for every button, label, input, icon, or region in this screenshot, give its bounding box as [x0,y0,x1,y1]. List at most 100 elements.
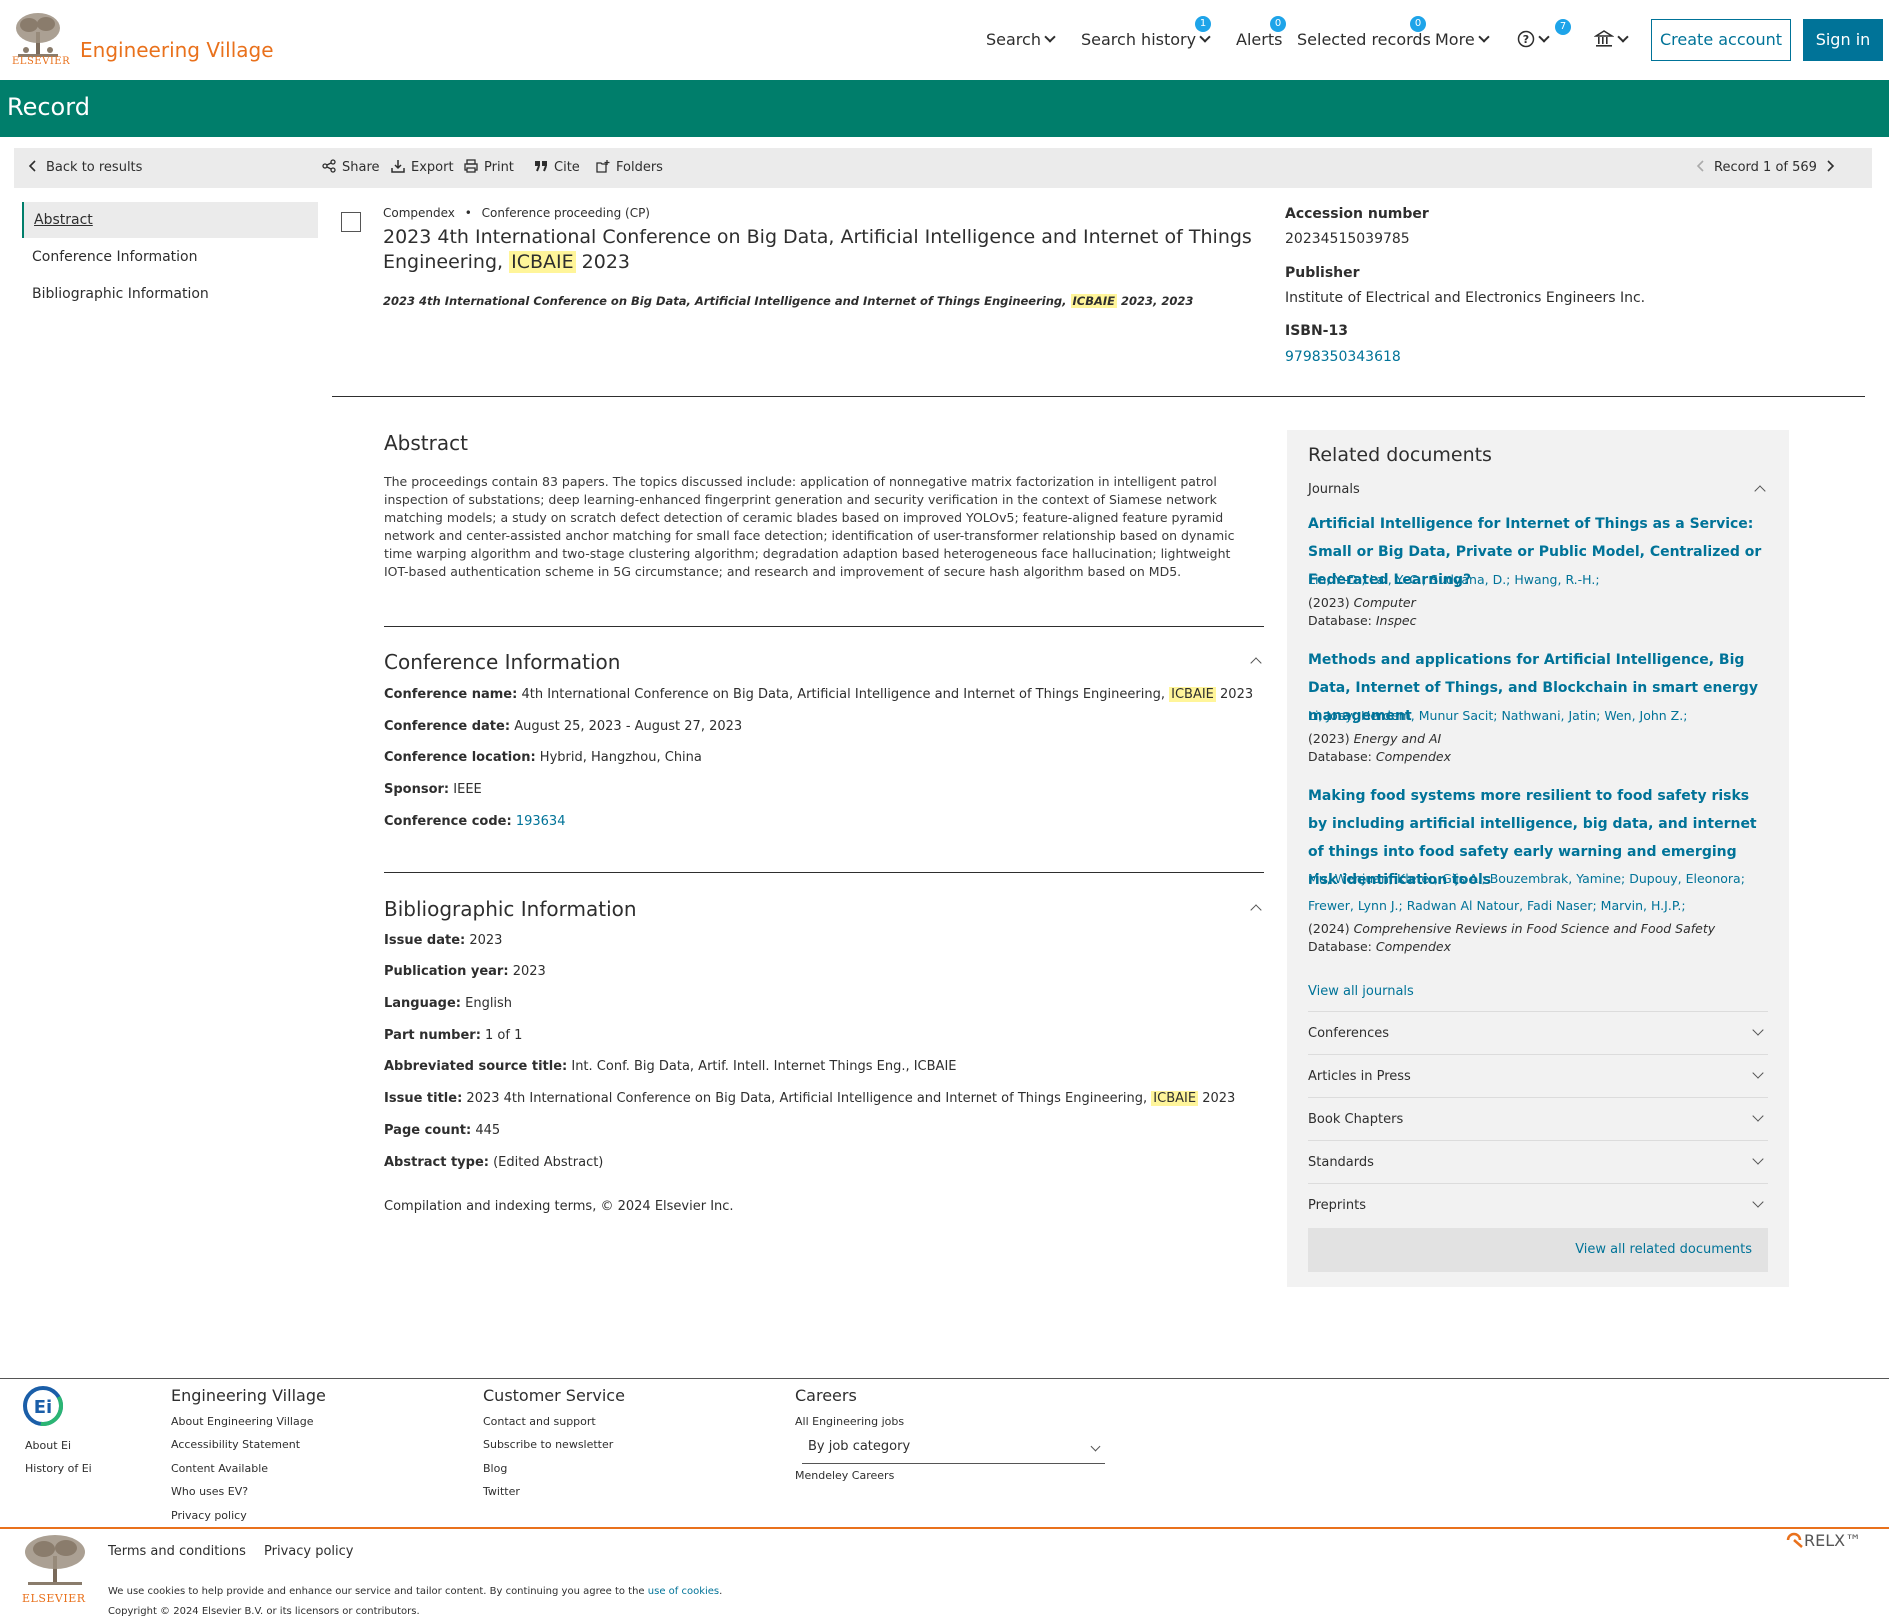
copyright-text: Copyright © 2024 Elsevier B.V. or its li… [108,1606,420,1617]
related-category-conferences[interactable]: Conferences [1308,1011,1768,1054]
conference-date-label: Conference date: [384,719,511,734]
footer-accent-rule [0,1527,1889,1529]
related-category-standards[interactable]: Standards [1308,1140,1768,1183]
select-record-checkbox[interactable] [341,212,361,232]
selected-records-count-badge: 0 [1410,16,1426,32]
footer-link[interactable]: All Engineering jobs [795,1415,904,1428]
cite-button[interactable]: Cite [534,159,580,175]
language-value: English [465,996,513,1011]
footer-link[interactable]: Twitter [483,1485,520,1498]
database-name: Compendex [1375,749,1451,764]
issue-date-row: Issue date: 2023 [384,933,502,948]
footer-link[interactable]: Subscribe to newsletter [483,1438,613,1451]
nav-alerts[interactable]: Alerts [1236,30,1282,49]
export-button[interactable]: Export [391,159,454,175]
nav-more-label: More [1435,30,1475,49]
footer-link[interactable]: About Engineering Village [171,1415,313,1428]
print-button[interactable]: Print [464,159,514,175]
isbn-link[interactable]: 9798350343618 [1285,349,1401,365]
elsevier-tree-logo-icon[interactable] [20,1532,90,1598]
use-of-cookies-link[interactable]: use of cookies [648,1586,719,1597]
nav-more[interactable]: More [1435,30,1490,49]
folder-add-icon [596,160,610,173]
share-icon [322,159,336,173]
conference-info-heading: Conference Information [384,650,621,674]
footer-column-title-careers: Careers [795,1386,857,1405]
nav-search[interactable]: Search [986,30,1056,49]
related-doc-journal: Comprehensive Reviews in Food Science an… [1353,921,1716,936]
conference-code-link[interactable]: 193634 [516,814,566,829]
related-doc-source-3: (2024) Comprehensive Reviews in Food Sci… [1308,921,1715,936]
back-to-results-link[interactable]: Back to results [26,159,142,175]
sign-in-button[interactable]: Sign in [1803,19,1883,61]
nav-institution[interactable] [1593,30,1629,49]
section-divider [384,626,1264,627]
related-category-preprints[interactable]: Preprints [1308,1183,1768,1226]
nav-search-history[interactable]: Search history [1081,30,1211,49]
related-doc-authors-3b[interactable]: Frewer, Lynn J.; Radwan Al Natour, Fadi … [1308,898,1686,913]
footer-link[interactable]: Content Available [171,1462,268,1475]
bibliographic-info-heading: Bibliographic Information [384,897,637,921]
footer-link[interactable]: Contact and support [483,1415,596,1428]
abstract-heading: Abstract [384,431,468,455]
view-all-journals-link[interactable]: View all journals [1308,984,1414,999]
nav-selected-records-label: Selected records [1297,30,1431,49]
job-category-select[interactable]: By job category [802,1434,1105,1464]
publication-year-value: 2023 [512,964,546,979]
related-category-book-chapters[interactable]: Book Chapters [1308,1097,1768,1140]
journals-accordion-label[interactable]: Journals [1308,482,1360,497]
search-term-highlight: ICBAIE [509,251,576,273]
related-doc-database-1: Database: Inspec [1308,613,1416,628]
database-name: Inspec [1375,613,1417,628]
search-term-highlight: ICBAIE [1070,294,1118,308]
abbreviated-source-title-row: Abbreviated source title: Int. Conf. Big… [384,1059,957,1074]
abstract-type-row: Abstract type: (Edited Abstract) [384,1155,603,1170]
cookie-notice: We use cookies to help provide and enhan… [108,1586,722,1597]
chevron-left-icon[interactable] [1694,159,1708,173]
nav-selected-records[interactable]: Selected records [1297,30,1431,49]
cookie-notice-text: We use cookies to help provide and enhan… [108,1586,648,1597]
publisher-label: Publisher [1285,265,1360,281]
collapse-chevron-icon[interactable] [1250,657,1262,669]
related-doc-year: (2024) [1308,921,1350,936]
terms-link[interactable]: Terms and conditions [108,1544,246,1559]
ei-logo-icon[interactable]: Ei [22,1385,64,1427]
issue-date-label: Issue date: [384,933,466,948]
footer-link[interactable]: Mendeley Careers [795,1469,894,1482]
related-doc-source-2: (2023) Energy and AI [1308,731,1441,746]
nav-help[interactable]: ? [1517,30,1550,49]
chevron-right-icon[interactable] [1823,159,1837,173]
footer-link[interactable]: Who uses EV? [171,1485,248,1498]
section-nav-conference[interactable]: Conference Information [22,239,318,275]
view-all-related-button[interactable]: View all related documents [1308,1228,1768,1272]
brand-name[interactable]: Engineering Village [80,38,274,62]
section-nav-abstract[interactable]: Abstract [22,202,318,238]
create-account-button[interactable]: Create account [1651,19,1791,61]
accession-number-value: 20234515039785 [1285,231,1410,247]
related-doc-authors-2[interactable]: Li, Joey; Herdem, Munur Sacit; Nathwani,… [1308,708,1687,723]
conference-location-row: Conference location: Hybrid, Hangzhou, C… [384,750,702,765]
folders-button[interactable]: Folders [596,159,663,175]
relx-wordmark: RELX™ [1804,1531,1862,1550]
collapse-chevron-icon[interactable] [1250,904,1262,916]
relx-logo[interactable]: RELX™ [1786,1531,1861,1550]
conference-name-value: 4th International Conference on Big Data… [521,687,1170,702]
footer-link[interactable]: Blog [483,1462,507,1475]
privacy-link[interactable]: Privacy policy [264,1544,353,1559]
footer-link[interactable]: Accessibility Statement [171,1438,300,1451]
share-label: Share [342,160,380,175]
share-button[interactable]: Share [322,159,380,175]
related-doc-authors-1[interactable]: Lin, Y.-D.; Lai, Y.-C.; Sudyana, D.; Hwa… [1308,572,1600,587]
indexing-copyright: Compilation and indexing terms, © 2024 E… [384,1199,734,1214]
footer-column-title-customer-service: Customer Service [483,1386,625,1405]
footer-link-about-ei[interactable]: About Ei [25,1439,71,1452]
related-doc-authors-3a[interactable]: Mu, Wenjuan; Kleter, Gijs A.; Bouzembrak… [1308,871,1745,886]
related-category-articles-in-press[interactable]: Articles in Press [1308,1054,1768,1097]
page-banner: Record [0,80,1889,137]
chevron-down-icon [1752,1067,1764,1079]
chevron-down-icon [1617,31,1629,43]
sponsor-value: IEEE [453,782,482,797]
footer-link-history-of-ei[interactable]: History of Ei [25,1462,92,1475]
section-nav-bibliographic[interactable]: Bibliographic Information [22,276,318,312]
footer-link[interactable]: Privacy policy [171,1509,247,1522]
